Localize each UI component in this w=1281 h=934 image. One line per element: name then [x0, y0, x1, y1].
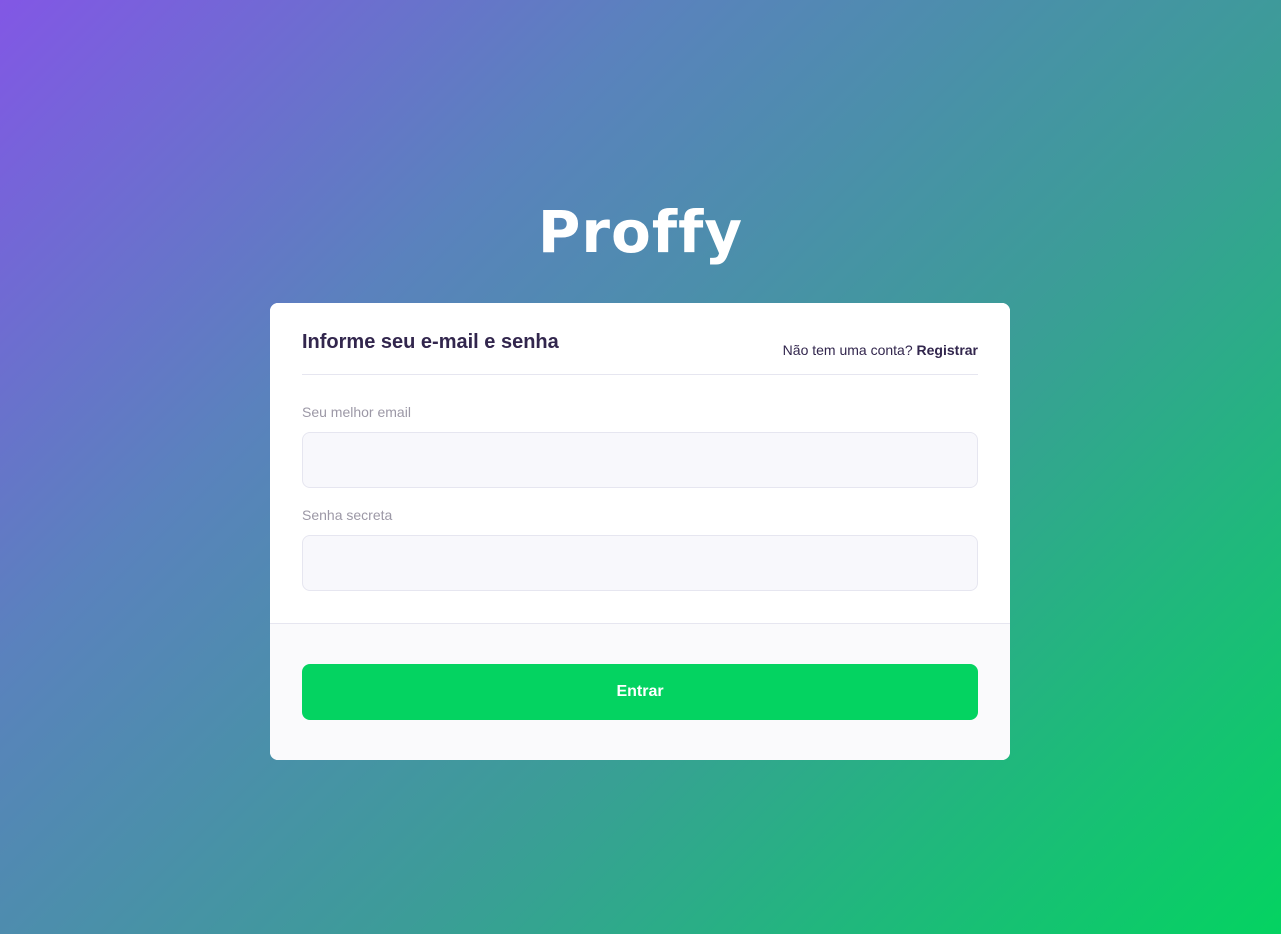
- signup-prompt-text: Não tem uma conta?: [782, 342, 913, 358]
- register-link[interactable]: Registrar: [917, 342, 978, 358]
- password-field[interactable]: [302, 535, 978, 591]
- password-label: Senha secreta: [302, 507, 393, 523]
- form-title: Informe seu e-mail e senha: [302, 331, 559, 353]
- card-footer: Entrar: [270, 623, 1010, 760]
- card-header: Informe seu e-mail e senha Não tem uma c…: [302, 303, 978, 375]
- signup-prompt: Não tem uma conta? Registrar: [783, 342, 978, 358]
- login-card: Informe seu e-mail e senha Não tem uma c…: [270, 303, 1010, 760]
- login-form: Informe seu e-mail e senha Não tem uma c…: [270, 303, 1010, 623]
- proffy-logo: Proffy: [537, 198, 744, 266]
- login-button[interactable]: Entrar: [302, 664, 978, 720]
- email-field[interactable]: [302, 432, 978, 488]
- email-label: Seu melhor email: [302, 404, 411, 420]
